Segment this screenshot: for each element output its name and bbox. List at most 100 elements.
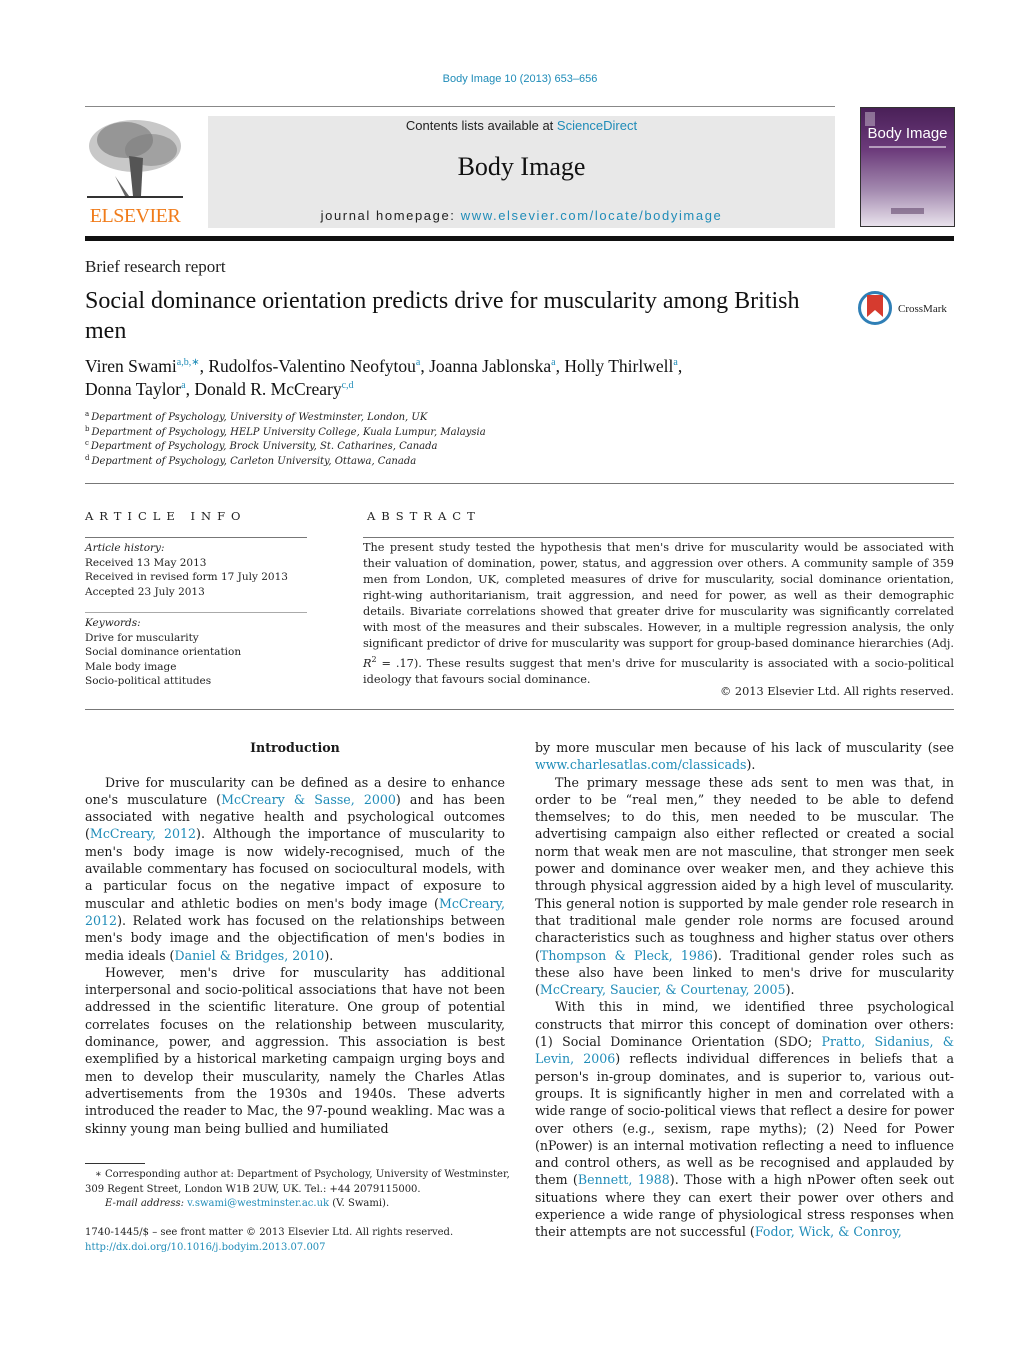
history-accepted: Accepted 23 July 2013 bbox=[85, 585, 205, 598]
paragraph: The primary message these ads sent to me… bbox=[535, 774, 954, 999]
journal-masthead: Contents lists available at ScienceDirec… bbox=[208, 116, 835, 228]
footnote-rule bbox=[85, 1163, 145, 1164]
keywords-label: Keywords: bbox=[85, 617, 141, 629]
header-thick-rule bbox=[85, 236, 954, 241]
author-affiliation-marker[interactable]: a bbox=[673, 357, 677, 368]
introduction-heading: Introduction bbox=[250, 740, 340, 755]
author-name: Joanna Jablonska bbox=[429, 356, 552, 376]
citation-link[interactable]: Fodor, Wick, & Conroy, bbox=[755, 1224, 902, 1239]
author-affiliation-marker[interactable]: a bbox=[181, 380, 185, 391]
email-link[interactable]: v.swami@westminster.ac.uk bbox=[187, 1198, 329, 1209]
journal-reference-link[interactable]: Body Image 10 (2013) 653–656 bbox=[0, 73, 1020, 85]
author-affiliation-marker[interactable]: c,d bbox=[342, 380, 354, 391]
author[interactable]: Holly Thirlwella bbox=[564, 356, 678, 376]
citation-link[interactable]: www.charlesatlas.com/classicads bbox=[535, 757, 747, 772]
abstract-text: The present study tested the hypothesis … bbox=[363, 540, 954, 688]
crossmark-button[interactable]: CrossMark bbox=[858, 291, 958, 331]
article-title: Social dominance orientation predicts dr… bbox=[85, 288, 800, 344]
paragraph: Drive for muscularity can be defined as … bbox=[85, 774, 505, 964]
corresponding-author-text: ∗ Corresponding author at: Department of… bbox=[85, 1169, 510, 1195]
elsevier-wordmark: ELSEVIER bbox=[89, 205, 181, 227]
history-received: Received 13 May 2013 bbox=[85, 556, 207, 569]
journal-homepage-link[interactable]: www.elsevier.com/locate/bodyimage bbox=[461, 208, 723, 223]
affiliation-key: a bbox=[85, 410, 90, 418]
article-info-heading: ARTICLE INFO bbox=[85, 509, 247, 523]
author-list: Viren Swamia,b,∗, Rudolfos-Valentino Neo… bbox=[85, 356, 683, 399]
author-affiliation-marker[interactable]: a,b,∗ bbox=[177, 357, 200, 368]
crossmark-label: CrossMark bbox=[898, 303, 947, 315]
issn-block: 1740-1445/$ – see front matter © 2013 El… bbox=[85, 1226, 510, 1255]
text-run: ). bbox=[324, 947, 334, 963]
bookmark-ribbon-icon bbox=[867, 295, 883, 317]
author[interactable]: Rudolfos-Valentino Neofytoua bbox=[208, 356, 420, 376]
abstract-text-part: = .17). These results suggest that men's… bbox=[363, 656, 954, 686]
cover-subtitle-line bbox=[869, 146, 946, 148]
text-run: The primary message these ads sent to me… bbox=[535, 774, 954, 963]
doi-link[interactable]: http://dx.doi.org/10.1016/j.bodyim.2013.… bbox=[85, 1242, 326, 1253]
author[interactable]: Joanna Jablonskaa bbox=[429, 356, 555, 376]
author-name: Holly Thirlwell bbox=[564, 356, 674, 376]
section-rule bbox=[85, 709, 954, 710]
abstract-rule bbox=[363, 537, 954, 538]
paragraph: by more muscular men because of his lack… bbox=[535, 739, 954, 774]
author[interactable]: Donald R. McCrearyc,d bbox=[194, 379, 353, 399]
author-name: Donna Taylor bbox=[85, 379, 182, 399]
journal-title: Body Image bbox=[457, 152, 586, 181]
citation-link[interactable]: Daniel & Bridges, 2010 bbox=[174, 948, 324, 963]
tree-icon bbox=[87, 120, 183, 198]
history-label: Article history: bbox=[85, 542, 165, 554]
body-column-right: by more muscular men because of his lack… bbox=[535, 739, 954, 1241]
citation-link[interactable]: Thompson & Pleck, 1986 bbox=[540, 948, 713, 963]
section-rule bbox=[85, 483, 954, 484]
keyword: Male body image bbox=[85, 660, 177, 673]
affiliation-key: b bbox=[85, 424, 90, 433]
author-name: Rudolfos-Valentino Neofytou bbox=[208, 356, 416, 376]
author[interactable]: Donna Taylora bbox=[85, 379, 186, 399]
affiliation: b Department of Psychology, HELP Universi… bbox=[85, 424, 486, 441]
keywords-rule bbox=[85, 612, 307, 613]
header-rule bbox=[85, 106, 835, 107]
abstract-text-part: The present study tested the hypothesis … bbox=[363, 541, 954, 650]
keyword: Social dominance orientation bbox=[85, 646, 242, 658]
paragraph: With this in mind, we identified three p… bbox=[535, 998, 954, 1240]
paragraph: However, men's drive for muscularity has… bbox=[85, 964, 505, 1136]
author-affiliation-marker[interactable]: a bbox=[551, 357, 555, 368]
issn-line: 1740-1445/$ – see front matter © 2013 El… bbox=[85, 1227, 454, 1238]
elsevier-logo[interactable]: ELSEVIER bbox=[85, 116, 185, 228]
journal-cover-image[interactable]: Body Image bbox=[860, 107, 955, 227]
citation-link[interactable]: Bennett, 1988 bbox=[578, 1172, 670, 1187]
article-info-rule bbox=[85, 537, 307, 538]
affiliation-text: Department of Psychology, University of … bbox=[91, 412, 428, 423]
homepage-line: journal homepage: www.elsevier.com/locat… bbox=[208, 208, 835, 223]
keyword: Drive for muscularity bbox=[85, 631, 199, 644]
email-suffix: (V. Swami). bbox=[329, 1198, 390, 1209]
corresponding-author-footnote: ∗ Corresponding author at: Department of… bbox=[85, 1168, 510, 1212]
text-run: ) reflects individual differences in bel… bbox=[535, 1051, 954, 1188]
history-revised: Received in revised form 17 July 2013 bbox=[85, 571, 288, 583]
homepage-prefix: journal homepage: bbox=[320, 208, 461, 223]
text-run: ). bbox=[746, 757, 756, 773]
author-affiliation-marker[interactable]: a bbox=[416, 357, 420, 368]
email-label: E-mail address: bbox=[105, 1198, 188, 1209]
citation-link[interactable]: McCreary, 2012 bbox=[90, 826, 196, 841]
cover-title: Body Image bbox=[867, 125, 948, 142]
affiliation-text: Department of Psychology, HELP Universit… bbox=[91, 426, 486, 438]
affiliation: d Department of Psychology, Carleton Univ… bbox=[85, 453, 486, 470]
article-type: Brief research report bbox=[85, 257, 226, 276]
citation-link[interactable]: McCreary, Saucier, & Courtenay, 2005 bbox=[540, 982, 786, 997]
keywords: Keywords: Drive for muscularity Social d… bbox=[85, 616, 241, 689]
author[interactable]: Viren Swamia,b,∗ bbox=[85, 356, 200, 376]
affiliation: c Department of Psychology, Brock Univers… bbox=[85, 440, 486, 455]
body-column-left: Introduction Drive for muscularity can b… bbox=[85, 739, 505, 1137]
text-run: ). bbox=[785, 982, 795, 998]
abstract-copyright: © 2013 Elsevier Ltd. All rights reserved… bbox=[720, 685, 954, 698]
sciencedirect-link[interactable]: ScienceDirect bbox=[557, 118, 637, 133]
text-run: by more muscular men because of his lack… bbox=[535, 740, 954, 755]
affiliation: a Department of Psychology, University of… bbox=[85, 411, 486, 426]
affiliation-key: d bbox=[85, 453, 90, 462]
affiliation-key: c bbox=[85, 439, 89, 447]
citation-link[interactable]: McCreary & Sasse, 2000 bbox=[221, 792, 396, 807]
email-line: E-mail address: v.swami@westminster.ac.u… bbox=[85, 1197, 510, 1212]
article-history: Article history: Received 13 May 2013 Re… bbox=[85, 541, 288, 599]
keyword: Socio-political attitudes bbox=[85, 675, 212, 687]
